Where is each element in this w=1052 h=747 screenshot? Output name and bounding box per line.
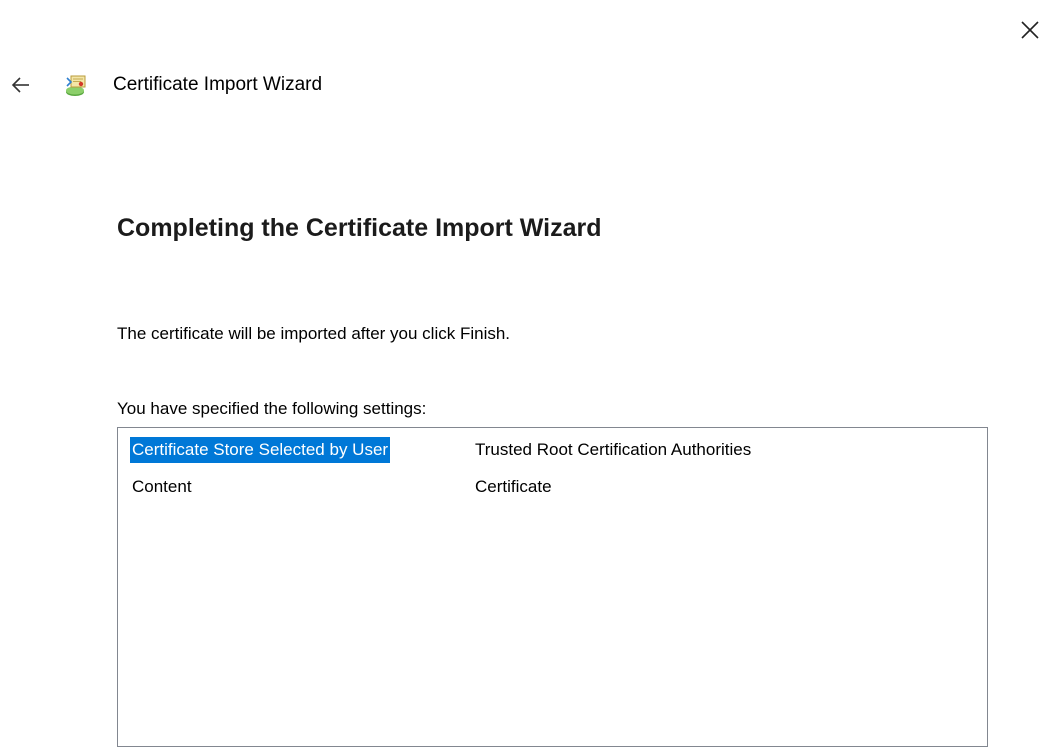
finish-info-text: The certificate will be imported after y…	[117, 324, 511, 343]
settings-label: You have specified the following setting…	[117, 399, 427, 418]
settings-row-content[interactable]: Content Certificate	[130, 474, 980, 500]
setting-value: Trusted Root Certification Authorities	[475, 440, 752, 459]
setting-key: Content	[132, 477, 192, 496]
settings-list[interactable]: Certificate Store Selected by User Trust…	[117, 427, 988, 747]
page-heading: Completing the Certificate Import Wizard	[117, 214, 602, 242]
setting-key: Certificate Store Selected by User	[130, 437, 391, 463]
certificate-wizard-icon	[64, 72, 90, 98]
setting-value: Certificate	[475, 477, 552, 496]
close-button[interactable]	[1018, 18, 1042, 42]
settings-row-store[interactable]: Certificate Store Selected by User Trust…	[130, 437, 980, 463]
window-title: Certificate Import Wizard	[113, 74, 323, 95]
back-button[interactable]	[10, 74, 32, 96]
close-icon	[1021, 21, 1039, 39]
back-arrow-icon	[11, 77, 29, 93]
